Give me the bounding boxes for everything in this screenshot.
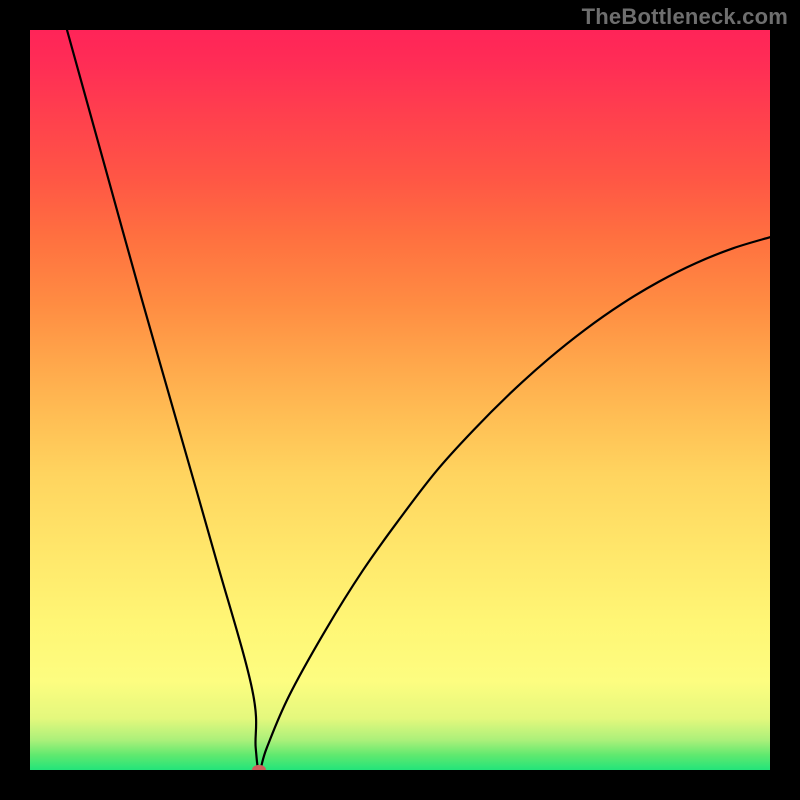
watermark-text: TheBottleneck.com [582,4,788,30]
chart-frame: TheBottleneck.com [0,0,800,800]
curve-svg [30,30,770,770]
plot-area [30,30,770,770]
bottleneck-curve [67,30,770,770]
bottleneck-minimum-marker [252,765,266,770]
